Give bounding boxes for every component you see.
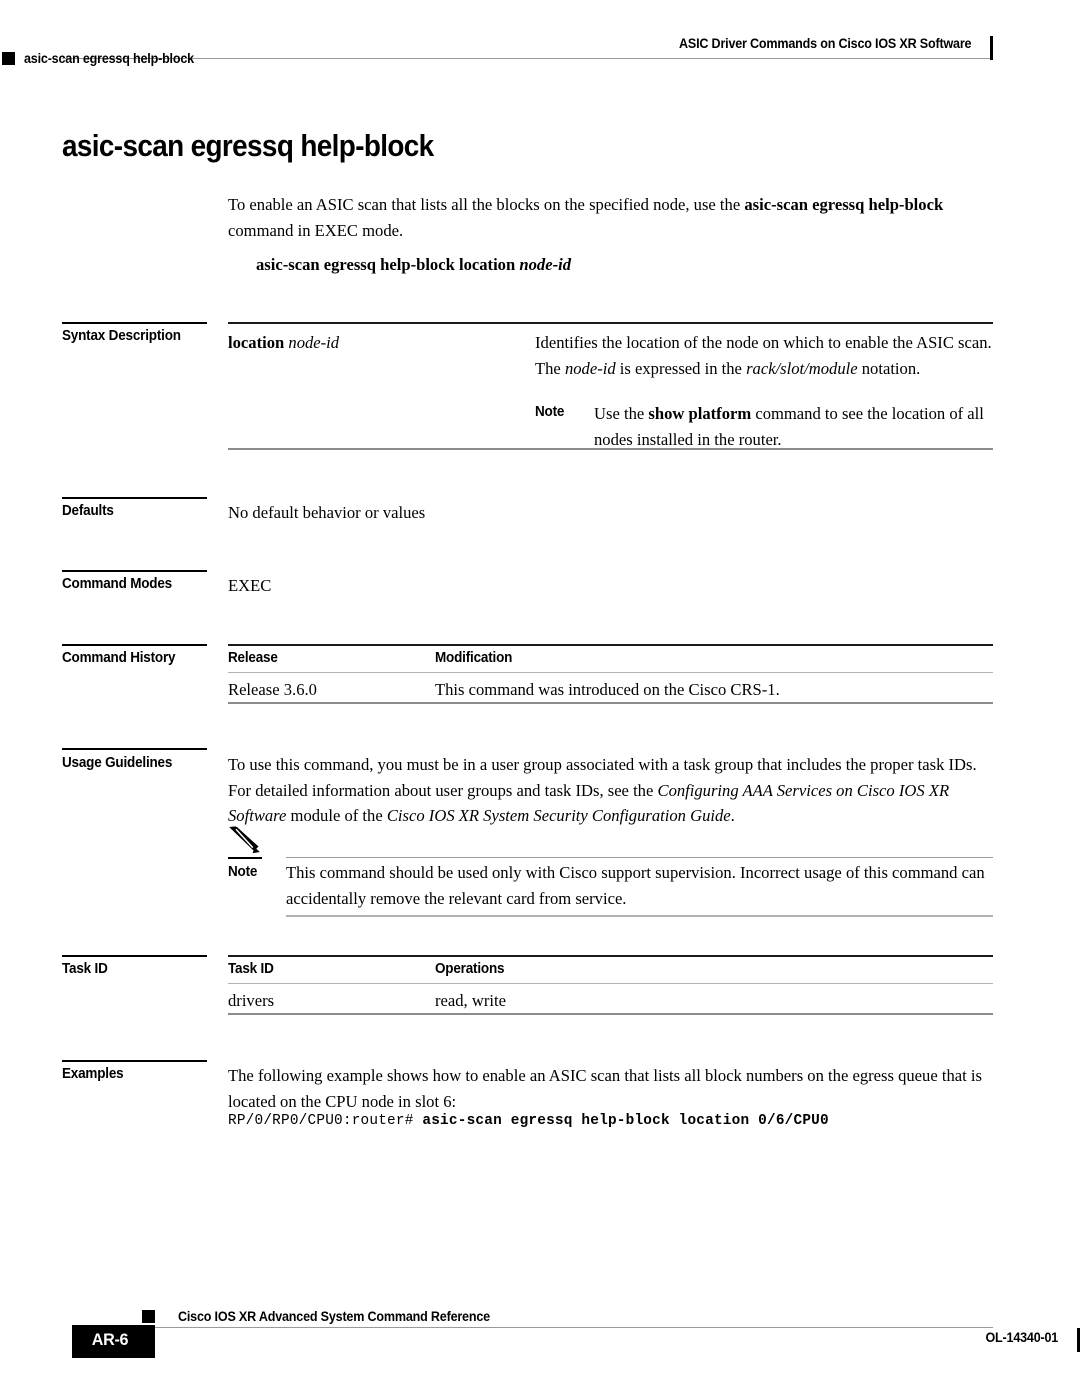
syntax-term: location node-id xyxy=(228,330,508,356)
command-syntax-line: asic-scan egressq help-block location no… xyxy=(256,255,571,275)
syntax-note-text: Use the show platform command to see the… xyxy=(594,401,993,452)
callout-rule-bottom xyxy=(286,915,993,917)
table-rule-top xyxy=(228,955,993,957)
syntax-note-bold: show platform xyxy=(648,404,752,423)
command-history-table: Release Modification Release 3.6.0 This … xyxy=(228,644,993,704)
syntax-note-part1: Use the xyxy=(594,404,649,423)
intro-text-before: To enable an ASIC scan that lists all th… xyxy=(228,195,745,214)
footer-square-marker-icon xyxy=(142,1310,155,1323)
col-header-task-id: Task ID xyxy=(228,961,274,977)
usage-italic-guide: Cisco IOS XR System Security Configurati… xyxy=(386,806,731,825)
task-id-label-rule xyxy=(62,955,207,957)
page-title: asic-scan egressq help-block xyxy=(62,128,434,163)
table-rule-top xyxy=(228,644,993,646)
syntax-note-label: Note xyxy=(535,404,565,420)
cli-example-line: RP/0/RP0/CPU0:router# asic-scan egressq … xyxy=(228,1113,829,1129)
table-row: drivers xyxy=(228,991,275,1010)
syntax-desc-italic2: rack/slot/module xyxy=(746,358,858,378)
header-running-title: ASIC Driver Commands on Cisco IOS XR Sof… xyxy=(678,36,972,51)
syntax-command: asic-scan egressq help-block location xyxy=(256,255,516,274)
section-label-usage-guidelines: Usage Guidelines xyxy=(62,755,173,771)
table-rule-header-separator xyxy=(228,672,993,673)
col-header-release: Release xyxy=(228,650,278,666)
col-header-operations: Operations xyxy=(435,961,505,977)
section-label-examples: Examples xyxy=(62,1066,124,1082)
examples-label-rule xyxy=(62,1060,207,1062)
table-row: Release 3.6.0 xyxy=(228,680,317,699)
header-edge-bar xyxy=(990,36,993,60)
intro-command-bold: asic-scan egressq help-block xyxy=(744,195,944,214)
syntax-description-text: Identifies the location of the node on w… xyxy=(535,330,993,381)
header-running-command: asic-scan egressq help-block xyxy=(24,51,194,66)
task-id-table: Task ID Operations drivers read, write xyxy=(228,955,993,1015)
header-square-marker-icon xyxy=(2,52,15,65)
table-rule-top xyxy=(228,322,993,324)
defaults-value: No default behavior or values xyxy=(228,503,426,522)
syntax-term-argument: node-id xyxy=(288,333,340,352)
usage-part2: module of the xyxy=(286,806,387,825)
callout-rule-top xyxy=(286,857,993,858)
callout-note-text: This command should be used only with Ci… xyxy=(286,863,985,908)
section-label-task-id: Task ID xyxy=(62,961,108,977)
table-row: read, write xyxy=(435,991,506,1010)
syntax-description-table: location node-id Identifies the location… xyxy=(228,322,993,450)
col-header-modification: Modification xyxy=(435,650,513,666)
usage-part3: . xyxy=(730,806,735,825)
syntax-desc-italic1: node-id xyxy=(564,358,616,378)
section-label-syntax-description: Syntax Description xyxy=(62,328,181,344)
footer-page-number: AR-6 xyxy=(91,1330,129,1349)
syntax-term-keyword: location xyxy=(228,333,285,352)
cli-command: asic-scan egressq help-block location 0/… xyxy=(422,1113,829,1129)
footer-rule xyxy=(142,1327,993,1328)
section-label-defaults: Defaults xyxy=(62,503,114,519)
section-label-command-modes: Command Modes xyxy=(62,576,172,592)
syntax-desc-part3: notation. xyxy=(857,358,921,378)
table-row: This command was introduced on the Cisco… xyxy=(435,680,780,699)
syntax-description-label-rule xyxy=(62,322,207,324)
table-rule-header-separator xyxy=(228,983,993,984)
command-history-label-rule xyxy=(62,644,207,646)
intro-text-after: command in EXEC mode. xyxy=(228,220,404,240)
footer-doc-id: OL-14340-01 xyxy=(985,1330,1058,1345)
defaults-label-rule xyxy=(62,497,207,499)
callout-note-label: Note xyxy=(228,864,258,880)
document-page: ASIC Driver Commands on Cisco IOS XR Sof… xyxy=(0,0,1080,1397)
intro-paragraph: To enable an ASIC scan that lists all th… xyxy=(228,192,993,243)
header-rule xyxy=(62,58,993,59)
usage-guidelines-label-rule xyxy=(62,748,207,750)
syntax-argument: node-id xyxy=(519,255,571,274)
syntax-desc-part2: is expressed in the xyxy=(615,358,747,378)
pencil-icon xyxy=(228,826,264,856)
running-header: ASIC Driver Commands on Cisco IOS XR Sof… xyxy=(62,36,993,70)
pencil-icon-underline xyxy=(228,857,262,859)
usage-guidelines-paragraph: To use this command, you must be in a us… xyxy=(228,752,994,829)
cli-prompt: RP/0/RP0/CPU0:router# xyxy=(228,1113,423,1129)
examples-paragraph: The following example shows how to enabl… xyxy=(228,1066,982,1111)
section-label-command-history: Command History xyxy=(62,650,176,666)
footer-guide-title: Cisco IOS XR Advanced System Command Ref… xyxy=(178,1309,490,1324)
command-modes-label-rule xyxy=(62,570,207,572)
command-modes-value: EXEC xyxy=(228,576,272,595)
